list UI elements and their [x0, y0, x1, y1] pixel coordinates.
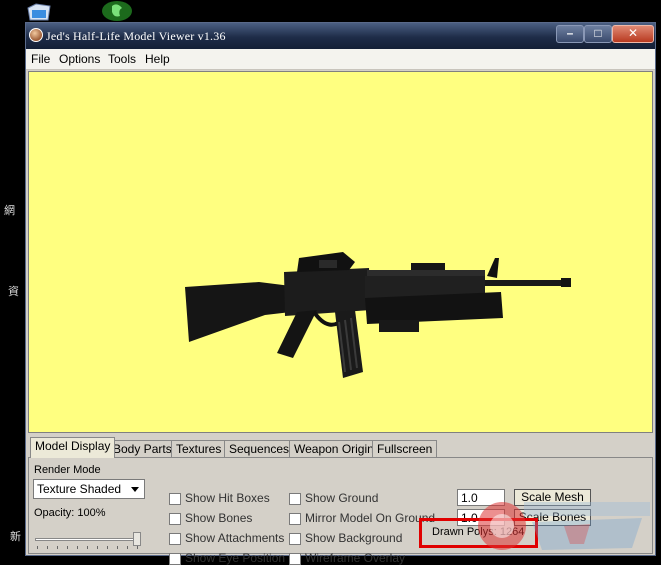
show-hit-boxes-checkbox[interactable] — [169, 493, 181, 505]
mirror-model-checkbox[interactable] — [289, 513, 301, 525]
show-background-checkbox[interactable] — [289, 533, 301, 545]
model-viewport[interactable] — [28, 71, 653, 433]
tab-fullscreen[interactable]: Fullscreen — [372, 440, 438, 457]
minimize-button[interactable]: – — [556, 25, 584, 43]
tab-textures[interactable]: Textures — [171, 440, 227, 457]
opacity-slider-track[interactable] — [35, 538, 139, 541]
maximize-button[interactable]: □ — [584, 25, 612, 43]
close-button[interactable]: ✕ — [612, 25, 654, 43]
desktop-icon-label: 資 — [8, 286, 19, 298]
tab-body-parts[interactable]: Body Parts — [108, 440, 177, 457]
window-title: Jed's Half-Life Model Viewer v1.36 — [46, 29, 226, 43]
show-attachments-label: Show Attachments — [185, 531, 285, 545]
desktop-icon-label: 網 — [4, 205, 15, 217]
show-hit-boxes-label: Show Hit Boxes — [185, 491, 270, 505]
menu-tools[interactable]: Tools — [108, 52, 136, 66]
tab-weapon-origin[interactable]: Weapon Origin — [289, 440, 379, 457]
menu-help[interactable]: Help — [145, 52, 170, 66]
show-eye-position-label: Show Eye Position — [185, 551, 286, 565]
menu-options[interactable]: Options — [59, 52, 100, 66]
render-mode-value: Texture Shaded — [37, 482, 122, 496]
app-icon — [29, 28, 43, 42]
opacity-slider-ticks — [37, 546, 139, 549]
menu-bar: File Options Tools Help — [26, 49, 655, 70]
render-mode-select[interactable]: Texture Shaded — [33, 479, 145, 499]
tab-sequences[interactable]: Sequences — [224, 440, 295, 457]
site-watermark-logo — [472, 488, 657, 559]
tab-model-display[interactable]: Model Display — [30, 437, 116, 458]
render-mode-label: Render Mode — [34, 464, 101, 476]
show-eye-position-checkbox[interactable] — [169, 553, 181, 565]
rifle-model — [185, 252, 571, 378]
show-bones-checkbox[interactable] — [169, 513, 181, 525]
show-background-label: Show Background — [305, 531, 403, 545]
mirror-model-label: Mirror Model On Ground — [305, 511, 436, 525]
model-viewer-window: Jed's Half-Life Model Viewer v1.36 – □ ✕… — [25, 22, 656, 565]
show-ground-label: Show Ground — [305, 491, 379, 505]
opacity-label: Opacity: 100% — [34, 507, 106, 519]
opacity-slider-thumb[interactable] — [133, 532, 141, 546]
title-bar[interactable]: Jed's Half-Life Model Viewer v1.36 – □ ✕ — [26, 23, 655, 49]
wireframe-overlay-checkbox[interactable] — [289, 553, 301, 565]
show-bones-label: Show Bones — [185, 511, 253, 525]
menu-file[interactable]: File — [31, 52, 50, 66]
desktop-icon-label: 新 — [10, 531, 21, 543]
wireframe-overlay-label: Wireframe Overlay — [305, 551, 406, 565]
show-attachments-checkbox[interactable] — [169, 533, 181, 545]
chevron-down-icon — [131, 487, 139, 492]
show-ground-checkbox[interactable] — [289, 493, 301, 505]
